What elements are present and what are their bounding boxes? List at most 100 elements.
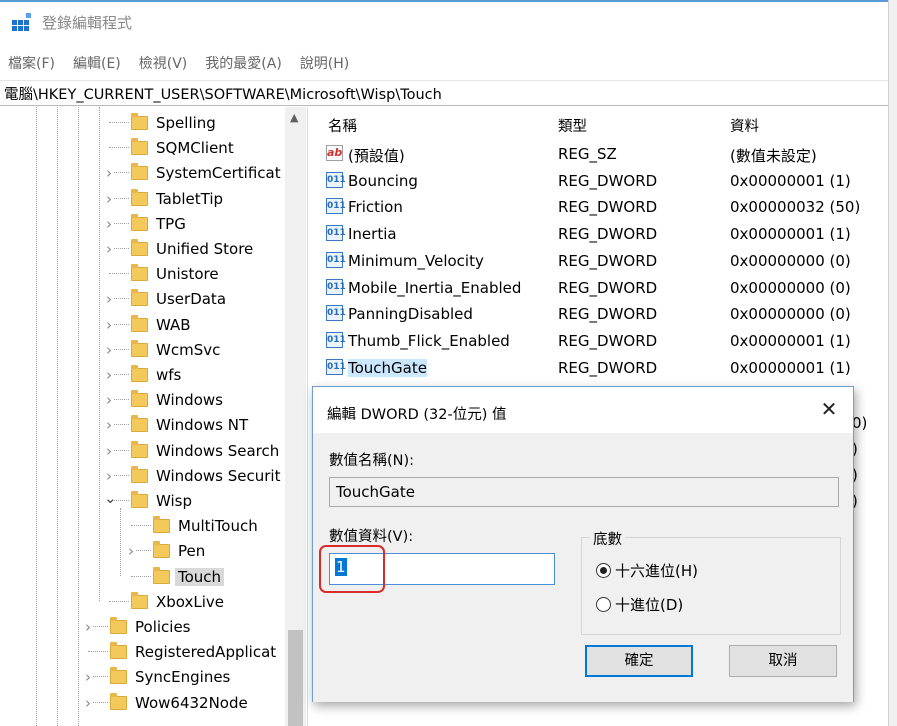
tree-item-label[interactable]: Pen (175, 542, 208, 560)
tree-item-label[interactable]: WcmSvc (153, 341, 223, 359)
address-path[interactable]: 電腦\HKEY_CURRENT_USER\SOFTWARE\Microsoft\… (4, 83, 442, 104)
tree-item-label[interactable]: MultiTouch (175, 517, 261, 535)
value-name[interactable]: TouchGate (348, 359, 427, 377)
chevron-right-icon[interactable]: › (104, 192, 114, 207)
tree-item[interactable]: › Windows Securit (0, 463, 285, 488)
tree-item[interactable]: › TPG (0, 211, 285, 236)
radio-decimal-label[interactable]: 十進位(D) (615, 594, 683, 615)
tree-item[interactable]: SQMClient (0, 135, 285, 160)
list-row[interactable]: 011 Thumb_Flick_Enabled REG_DWORD 0x0000000… (318, 328, 888, 354)
column-header-name[interactable]: 名稱 (328, 115, 357, 136)
tree-item[interactable]: › Windows (0, 387, 285, 412)
tree-item[interactable]: › wfs (0, 362, 285, 387)
radio-hexadecimal-label[interactable]: 十六進位(H) (615, 560, 698, 581)
tree-item[interactable]: ⌄ Wisp (0, 488, 285, 513)
tree-item-label[interactable]: Wow6432Node (132, 694, 251, 712)
tree-item[interactable]: RegisteredApplicat (0, 639, 285, 664)
chevron-right-icon[interactable]: › (83, 696, 93, 711)
chevron-right-icon[interactable]: › (83, 620, 93, 635)
chevron-right-icon[interactable]: › (104, 444, 114, 459)
menu-item[interactable]: 檔案(F) (6, 53, 57, 73)
list-row[interactable]: 011 Inertia REG_DWORD 0x00000001 (1) (318, 221, 888, 247)
chevron-right-icon[interactable]: › (126, 544, 136, 559)
column-header-data[interactable]: 資料 (730, 115, 759, 136)
tree-item-label[interactable]: Wisp (153, 492, 195, 510)
menu-item[interactable]: 編輯(E) (71, 53, 123, 73)
tree-item[interactable]: › Pen (0, 538, 285, 563)
chevron-right-icon[interactable]: › (104, 418, 114, 433)
menu-item[interactable]: 說明(H) (298, 53, 351, 73)
menu-item[interactable]: 我的最愛(A) (203, 53, 284, 73)
tree-item-label[interactable]: Windows Securit (153, 467, 283, 485)
key-tree-pane[interactable]: Spelling SQMClient › SystemCertificat › Table… (0, 107, 308, 726)
tree-item[interactable]: Unistore (0, 261, 285, 286)
chevron-right-icon[interactable]: › (104, 242, 114, 257)
tree-item-label[interactable]: Spelling (153, 114, 219, 132)
tree-item-label[interactable]: Windows (153, 391, 226, 409)
list-row[interactable]: 011 Minimum_Velocity REG_DWORD 0x00000000 (… (318, 248, 888, 274)
value-name[interactable]: Inertia (348, 225, 397, 243)
chevron-right-icon[interactable]: › (104, 292, 114, 307)
scroll-up-arrow-icon[interactable]: ▲ (290, 111, 298, 124)
tree-item[interactable]: › Windows Search (0, 438, 285, 463)
chevron-right-icon[interactable]: › (104, 343, 114, 358)
tree-item[interactable]: Spelling (0, 110, 285, 135)
list-row[interactable]: 011 PanningDisabled REG_DWORD 0x00000000 (0… (318, 301, 888, 327)
tree-scroll-thumb[interactable] (288, 630, 303, 726)
tree-item-label[interactable]: RegisteredApplicat (132, 643, 279, 661)
tree-item-label[interactable]: Windows NT (153, 416, 251, 434)
value-name[interactable]: PanningDisabled (348, 305, 473, 323)
tree-item[interactable]: › Windows NT (0, 412, 285, 437)
list-row[interactable]: ab (預設值) REG_SZ (數值未設定) (318, 141, 888, 167)
tree-item[interactable]: › Policies (0, 614, 285, 639)
radio-unchecked-icon[interactable] (596, 597, 611, 612)
chevron-down-icon[interactable]: ⌄ (104, 491, 117, 508)
tree-item-label[interactable]: WAB (153, 316, 194, 334)
close-icon[interactable]: ✕ (817, 397, 841, 421)
tree-item[interactable]: › Wow6432Node (0, 690, 285, 715)
tree-item-label[interactable]: Touch (175, 567, 225, 586)
tree-item-label[interactable]: TabletTip (153, 190, 226, 208)
tree-item[interactable]: XboxLive (0, 589, 285, 614)
tree-item-label[interactable]: Policies (132, 618, 193, 636)
tree-item[interactable]: MultiTouch (0, 513, 285, 538)
tree-item[interactable]: Touch (0, 564, 285, 589)
address-bar[interactable]: 電腦\HKEY_CURRENT_USER\SOFTWARE\Microsoft\… (0, 80, 888, 106)
chevron-right-icon[interactable]: › (104, 393, 114, 408)
tree-item-label[interactable]: SystemCertificat (153, 164, 284, 182)
chevron-right-icon[interactable]: › (104, 217, 114, 232)
tree-scrollbar[interactable]: ▲ (285, 107, 306, 726)
radio-hexadecimal[interactable]: 十六進位(H) (596, 560, 698, 581)
value-name[interactable]: (預設值) (348, 145, 405, 166)
tree-item[interactable]: › TabletTip (0, 186, 285, 211)
chevron-right-icon[interactable]: › (104, 166, 114, 181)
tree-item[interactable]: › UserData (0, 286, 285, 311)
tree-item-label[interactable]: SQMClient (153, 139, 237, 157)
tree-item-label[interactable]: Unistore (153, 265, 222, 283)
tree-item[interactable]: › SyncEngines (0, 664, 285, 689)
tree-item[interactable]: › SystemCertificat (0, 160, 285, 185)
cancel-button[interactable]: 取消 (729, 645, 837, 677)
list-row[interactable]: 011 TouchGate REG_DWORD 0x00000001 (1) (318, 355, 888, 381)
tree-item[interactable]: › Unified Store (0, 236, 285, 261)
radio-checked-icon[interactable] (596, 563, 611, 578)
value-name[interactable]: Minimum_Velocity (348, 252, 484, 270)
value-name[interactable]: Friction (348, 198, 403, 216)
menu-item[interactable]: 檢視(V) (137, 53, 190, 73)
column-header-type[interactable]: 類型 (558, 115, 587, 136)
chevron-right-icon[interactable]: › (104, 368, 114, 383)
tree-item-label[interactable]: XboxLive (153, 593, 227, 611)
list-row[interactable]: 011 Bouncing REG_DWORD 0x00000001 (1) (318, 168, 888, 194)
ok-button[interactable]: 確定 (585, 645, 693, 677)
chevron-right-icon[interactable]: › (83, 670, 93, 685)
tree-item-label[interactable]: wfs (153, 366, 184, 384)
list-row[interactable]: 011 Mobile_Inertia_Enabled REG_DWORD 0x0000… (318, 275, 888, 301)
tree-item-label[interactable]: UserData (153, 290, 229, 308)
list-row[interactable]: 011 Friction REG_DWORD 0x00000032 (50) (318, 194, 888, 220)
value-name[interactable]: Mobile_Inertia_Enabled (348, 279, 521, 297)
tree-item-label[interactable]: SyncEngines (132, 668, 233, 686)
radio-decimal[interactable]: 十進位(D) (596, 594, 683, 615)
tree-item[interactable]: › WAB (0, 312, 285, 337)
tree-item[interactable]: › WcmSvc (0, 337, 285, 362)
tree-item-label[interactable]: TPG (153, 215, 189, 233)
